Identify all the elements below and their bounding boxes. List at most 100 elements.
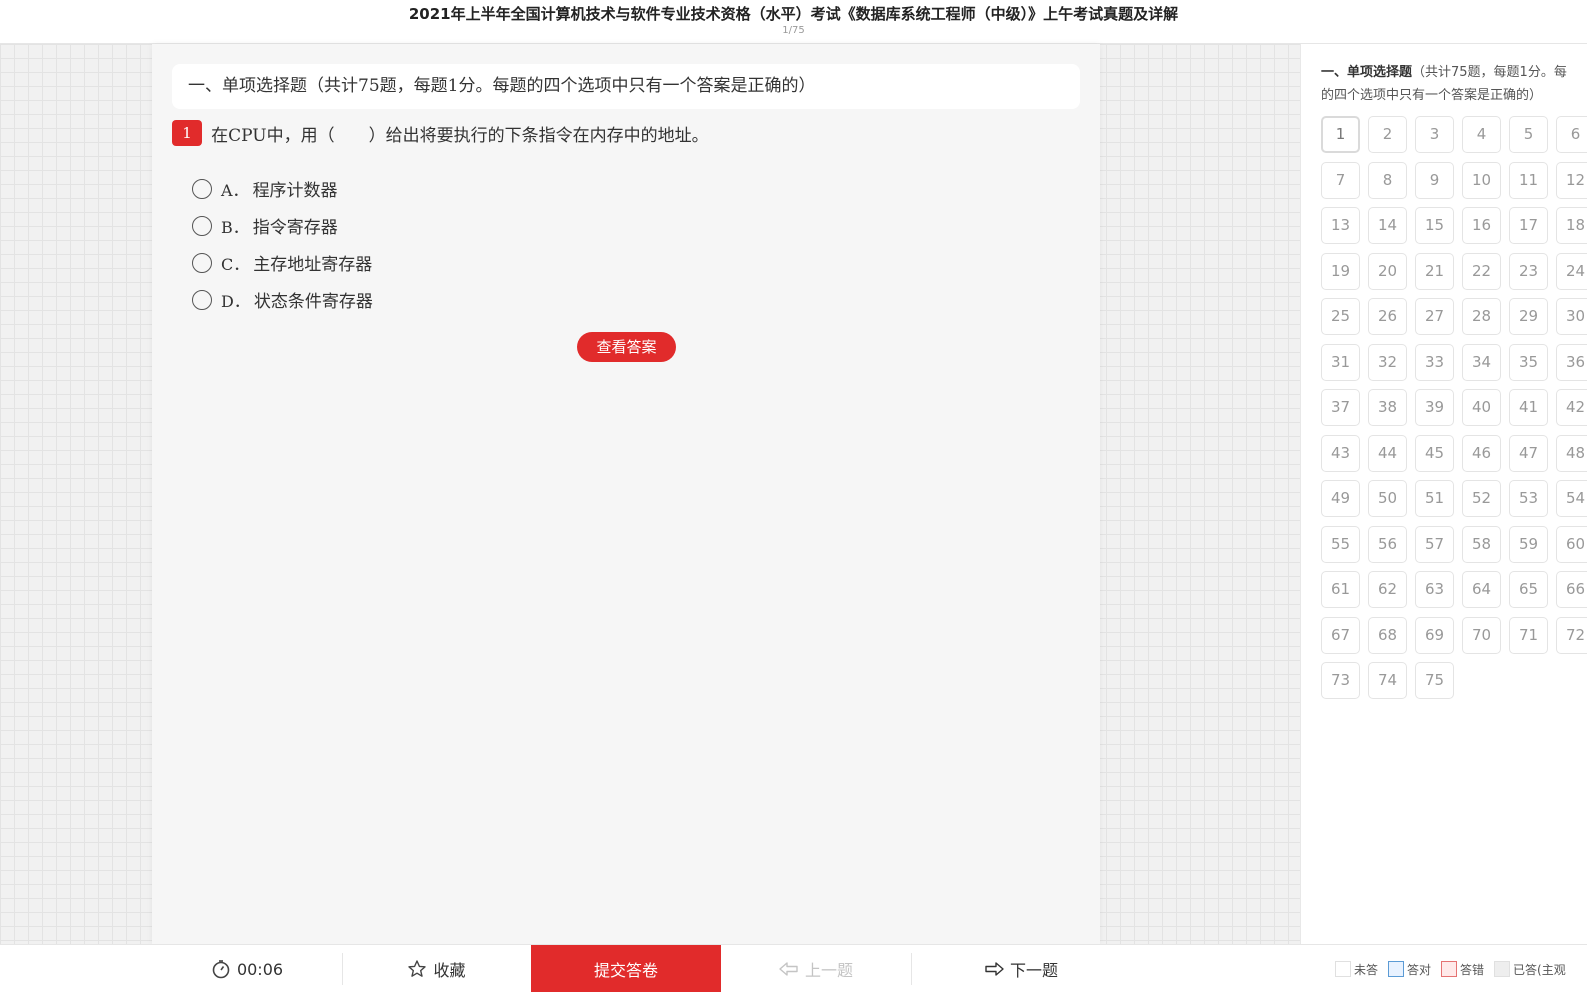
submit-answers-button[interactable]: 提交答卷 [531,945,721,992]
question-number-cell[interactable]: 57 [1415,525,1454,563]
question-number-cell[interactable]: 62 [1368,571,1407,608]
radio-icon[interactable] [192,215,212,236]
legend-unanswered: 未答 [1335,961,1378,978]
question-number-cell[interactable]: 33 [1415,343,1454,381]
option-b[interactable]: B． 指令寄存器 [192,207,373,244]
question-number-cell[interactable]: 15 [1415,207,1454,244]
question-number-cell[interactable]: 65 [1509,571,1548,608]
question-number-cell[interactable]: 29 [1509,298,1548,335]
question-number-cell[interactable]: 4 [1462,116,1501,153]
sidebar-title-rest: （共计75题，每题1分。每 [1412,65,1567,80]
question-number-cell[interactable]: 12 [1556,161,1587,199]
question-number-cell[interactable]: 9 [1415,161,1454,199]
legend-correct: 答对 [1388,961,1431,978]
question-number-cell[interactable]: 49 [1321,480,1360,517]
legend-label: 未答 [1354,962,1379,977]
question-number-cell[interactable]: 28 [1462,298,1501,335]
question-number-cell[interactable]: 3 [1415,116,1454,153]
question-number-cell[interactable]: 46 [1462,434,1501,472]
question-number-cell[interactable]: 26 [1368,298,1407,335]
question-number-cell[interactable]: 5 [1509,116,1548,153]
question-number-cell[interactable]: 48 [1556,434,1587,472]
question-number-cell[interactable]: 34 [1462,343,1501,381]
option-a[interactable]: A． 程序计数器 [192,170,373,207]
question-number-cell[interactable]: 14 [1368,207,1407,244]
question-number-cell[interactable]: 40 [1462,389,1501,426]
question-number-cell[interactable]: 30 [1556,298,1587,335]
question-number-cell[interactable]: 20 [1368,252,1407,290]
question-number-cell[interactable]: 71 [1509,616,1548,654]
question-number-cell[interactable]: 59 [1509,525,1548,563]
question-number-cell[interactable]: 43 [1321,434,1360,472]
question-number-cell[interactable]: 22 [1462,252,1501,290]
question-number-cell[interactable]: 42 [1556,389,1587,426]
option-d[interactable]: D． 状态条件寄存器 [192,281,373,318]
question-number-cell[interactable]: 36 [1556,343,1587,381]
question-number-cell[interactable]: 64 [1462,571,1501,608]
question-number-cell[interactable]: 23 [1509,252,1548,290]
question-number-cell[interactable]: 41 [1509,389,1548,426]
timer: 00:06 [152,945,342,992]
question-number-cell[interactable]: 18 [1556,207,1587,244]
next-question-button[interactable]: 下一题 [911,945,1131,992]
question-number-cell[interactable]: 73 [1321,662,1360,699]
question-number-cell[interactable]: 53 [1509,480,1548,517]
question-number-cell[interactable]: 8 [1368,161,1407,199]
legend-wrong: 答错 [1441,961,1484,978]
question-number-cell[interactable]: 75 [1415,662,1454,699]
question-number-cell[interactable]: 45 [1415,434,1454,472]
next-label: 下一题 [1009,961,1058,980]
option-c[interactable]: C． 主存地址寄存器 [192,244,373,281]
question-number-cell[interactable]: 38 [1368,389,1407,426]
question-number-cell[interactable]: 21 [1415,252,1454,290]
option-letter: A． [221,180,249,200]
question-number-cell[interactable]: 24 [1556,252,1587,290]
question-number-cell[interactable]: 51 [1415,480,1454,517]
question-number-cell[interactable]: 44 [1368,434,1407,472]
legend-answered-subjective: 已答(主观 [1494,961,1566,978]
question-number-cell[interactable]: 10 [1462,161,1501,199]
question-number-cell[interactable]: 66 [1556,571,1587,608]
question-number-cell[interactable]: 2 [1368,116,1407,153]
question-number-cell[interactable]: 61 [1321,571,1360,608]
question-number-cell[interactable]: 16 [1462,207,1501,244]
question-number-cell[interactable]: 47 [1509,434,1548,472]
question-number-cell[interactable]: 55 [1321,525,1360,563]
radio-icon[interactable] [192,178,212,199]
option-text: 状态条件寄存器 [253,292,373,312]
question-number-cell[interactable]: 27 [1415,298,1454,335]
question-number-cell[interactable]: 58 [1462,525,1501,563]
question-number-cell[interactable]: 50 [1368,480,1407,517]
question-number-cell[interactable]: 32 [1368,343,1407,381]
question: 1 在CPU中，用（ ）给出将要执行的下条指令在内存中的地址。 [172,120,1072,146]
question-number-cell[interactable]: 1 [1321,116,1360,153]
legend-label: 已答(主观 [1513,962,1566,977]
question-number-cell[interactable]: 31 [1321,343,1360,381]
question-number-cell[interactable]: 60 [1556,525,1587,563]
question-number-cell[interactable]: 74 [1368,662,1407,699]
question-number-cell[interactable]: 69 [1415,616,1454,654]
favorite-button[interactable]: 收藏 [342,945,531,992]
question-number-cell[interactable]: 13 [1321,207,1360,244]
question-number-cell[interactable]: 68 [1368,616,1407,654]
question-number-cell[interactable]: 67 [1321,616,1360,654]
question-number-cell[interactable]: 72 [1556,616,1587,654]
question-number-cell[interactable]: 11 [1509,161,1548,199]
question-number-cell[interactable]: 52 [1462,480,1501,517]
question-number-cell[interactable]: 70 [1462,616,1501,654]
question-number-cell[interactable]: 6 [1556,116,1587,153]
question-number-cell[interactable]: 39 [1415,389,1454,426]
question-number-cell[interactable]: 25 [1321,298,1360,335]
question-number-cell[interactable]: 56 [1368,525,1407,563]
prev-question-button[interactable]: 上一题 [721,945,911,992]
question-number-cell[interactable]: 17 [1509,207,1548,244]
question-number-cell[interactable]: 35 [1509,343,1548,381]
view-answer-button[interactable]: 查看答案 [577,332,676,362]
question-number-cell[interactable]: 54 [1556,480,1587,517]
question-number-cell[interactable]: 37 [1321,389,1360,426]
question-number-cell[interactable]: 63 [1415,571,1454,608]
question-number-cell[interactable]: 7 [1321,161,1360,199]
radio-icon[interactable] [192,252,212,273]
radio-icon[interactable] [192,289,212,310]
question-number-cell[interactable]: 19 [1321,252,1360,290]
